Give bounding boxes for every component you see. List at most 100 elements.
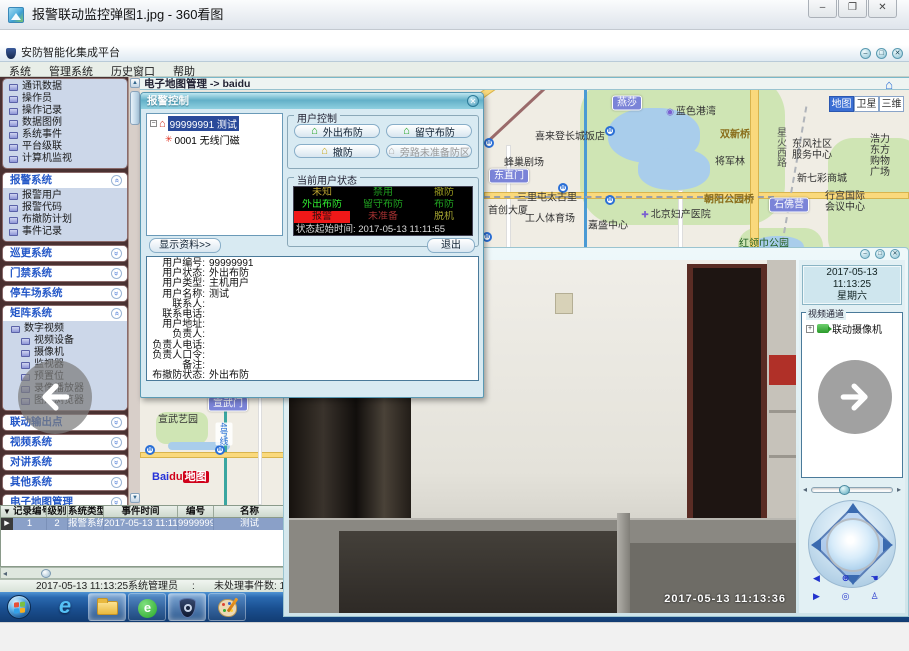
tree-root-item[interactable]: − ⌂ 99999991 测试 bbox=[147, 117, 282, 130]
maximize-button[interactable]: ❐ bbox=[838, 0, 867, 18]
sidebar-section-header[interactable]: 视频系统» bbox=[3, 435, 127, 450]
exit-button[interactable]: 退出 bbox=[427, 238, 475, 253]
channel-tree-item[interactable]: + 联动摄像机 bbox=[806, 321, 902, 336]
sidebar-section-header[interactable]: 其他系统» bbox=[3, 475, 127, 490]
map-type-button[interactable]: 地图 bbox=[829, 96, 854, 112]
scroll-left-icon[interactable]: ◂ bbox=[3, 568, 7, 579]
start-button[interactable] bbox=[7, 595, 31, 619]
sidebar-scrollbar[interactable]: ▲ ▼ bbox=[128, 77, 140, 505]
metro-station-icon[interactable]: M bbox=[215, 445, 225, 455]
expand-icon[interactable]: » bbox=[111, 417, 122, 428]
sidebar-item[interactable]: 数字视频 bbox=[3, 323, 127, 335]
bypass-zone-button[interactable]: ⌂旁路未准备防区 bbox=[386, 144, 472, 158]
slider-left-icon[interactable]: ◂ bbox=[803, 485, 807, 494]
expand-icon[interactable]: » bbox=[111, 437, 122, 448]
popup-restore-button[interactable]: □ bbox=[875, 249, 885, 259]
table-hscrollbar[interactable]: ◂ bbox=[0, 567, 287, 579]
app-restore-button[interactable]: □ bbox=[876, 48, 887, 59]
sidebar-item[interactable]: 报警代码 bbox=[3, 202, 127, 214]
expand-icon[interactable]: » bbox=[111, 457, 122, 468]
collapse-box-icon[interactable]: − bbox=[150, 120, 157, 127]
arm-control-button[interactable]: ⌂撤防 bbox=[294, 144, 380, 158]
expand-icon[interactable]: » bbox=[111, 268, 122, 279]
dialog-close-button[interactable]: ✕ bbox=[467, 95, 479, 107]
expand-icon[interactable]: » bbox=[111, 497, 122, 505]
arm-control-button[interactable]: ⌂外出布防 bbox=[294, 124, 380, 138]
map-type-button[interactable]: 三维 bbox=[879, 96, 904, 112]
sort-icon[interactable]: ▼ bbox=[1, 506, 13, 517]
sidebar-item[interactable]: 操作员 bbox=[3, 93, 127, 105]
sidebar-section-header[interactable]: 对讲系统» bbox=[3, 455, 127, 470]
ptz-function-button[interactable]: ⊛ bbox=[838, 572, 853, 584]
sidebar-item[interactable]: 数据图例 bbox=[3, 117, 127, 129]
table-row[interactable]: ▶ 12报警系统2017-05-13 11:11:5599999991测试 bbox=[1, 518, 286, 530]
ptz-function-button[interactable]: ◎ bbox=[838, 590, 853, 602]
sidebar-section-header[interactable]: 门禁系统» bbox=[3, 266, 127, 281]
minimize-button[interactable]: – bbox=[808, 0, 837, 18]
sidebar-item[interactable]: 报警用户 bbox=[3, 190, 127, 202]
ptz-function-button[interactable]: ☚ bbox=[867, 572, 882, 584]
close-button[interactable]: ✕ bbox=[868, 0, 897, 18]
ptz-center-ball[interactable] bbox=[826, 518, 880, 572]
expand-icon[interactable]: » bbox=[111, 477, 122, 488]
sidebar-item[interactable]: 通讯数据 bbox=[3, 81, 127, 93]
popup-minimize-button[interactable]: – bbox=[860, 249, 870, 259]
column-header[interactable]: 事件时间 bbox=[104, 506, 178, 517]
app-close-button[interactable]: ✕ bbox=[892, 48, 903, 59]
metro-station-icon[interactable]: M bbox=[484, 138, 494, 148]
scroll-thumb[interactable] bbox=[130, 91, 140, 125]
column-header[interactable]: 记录编号 bbox=[13, 506, 47, 517]
360-browser-button[interactable]: e bbox=[128, 593, 166, 621]
expand-icon[interactable]: + bbox=[806, 325, 814, 333]
sidebar-item[interactable]: 视频设备 bbox=[3, 335, 127, 347]
metro-station-icon[interactable]: M bbox=[605, 126, 615, 136]
ptz-function-button[interactable]: ▶ bbox=[809, 590, 824, 602]
sidebar-item[interactable]: 系统事件 bbox=[3, 129, 127, 141]
prev-image-button[interactable] bbox=[18, 360, 92, 434]
ptz-right-icon[interactable] bbox=[883, 538, 893, 552]
slider-track[interactable] bbox=[811, 487, 893, 493]
sidebar-section-header[interactable]: 矩阵系统» bbox=[3, 306, 127, 321]
column-header[interactable]: 名称 bbox=[214, 506, 286, 517]
ptz-function-button[interactable]: ♙ bbox=[867, 590, 882, 602]
sidebar-item[interactable]: 事件记录 bbox=[3, 226, 127, 238]
next-image-button[interactable] bbox=[818, 360, 892, 434]
ptz-up-icon[interactable] bbox=[846, 503, 860, 513]
sidebar-section-header[interactable]: 巡更系统» bbox=[3, 246, 127, 261]
popup-close-button[interactable]: ✕ bbox=[890, 249, 900, 259]
column-header[interactable]: 级别 bbox=[47, 506, 68, 517]
security-platform-button[interactable] bbox=[168, 593, 206, 621]
scroll-up-icon[interactable]: ▲ bbox=[130, 78, 140, 88]
sidebar-item[interactable]: 平台级联 bbox=[3, 141, 127, 153]
ptz-function-button[interactable]: ◀ bbox=[809, 572, 824, 584]
slider-thumb[interactable] bbox=[839, 485, 850, 495]
ptz-left-icon[interactable] bbox=[811, 538, 821, 552]
app-minimize-button[interactable]: – bbox=[860, 48, 871, 59]
sidebar-item[interactable]: 摄像机 bbox=[3, 347, 127, 359]
column-header[interactable]: 系统类型 bbox=[68, 506, 104, 517]
collapse-icon[interactable]: » bbox=[111, 175, 122, 186]
metro-station-icon[interactable]: M bbox=[605, 195, 615, 205]
hscroll-thumb[interactable] bbox=[41, 569, 51, 578]
dialog-titlebar[interactable]: 报警控制 ✕ bbox=[141, 93, 483, 109]
sidebar-section-header[interactable]: 电子地图管理» bbox=[3, 495, 127, 505]
sidebar-section-header[interactable]: 报警系统» bbox=[3, 173, 127, 188]
internet-explorer-icon[interactable]: e bbox=[50, 593, 80, 621]
expand-icon[interactable]: » bbox=[111, 248, 122, 259]
sidebar-section-header[interactable]: 停车场系统» bbox=[3, 286, 127, 301]
expand-icon[interactable]: » bbox=[111, 288, 122, 299]
file-explorer-button[interactable] bbox=[88, 593, 126, 621]
metro-station-icon[interactable]: M bbox=[145, 445, 155, 455]
tree-child-item[interactable]: ✳ 0001 无线门磁 bbox=[147, 133, 282, 146]
collapse-icon[interactable]: » bbox=[111, 308, 122, 319]
ptz-speed-slider[interactable]: ◂ ▸ bbox=[803, 484, 901, 496]
sidebar-item[interactable]: 计算机监视 bbox=[3, 153, 127, 165]
scroll-down-icon[interactable]: ▼ bbox=[130, 493, 140, 503]
arm-control-button[interactable]: ⌂留守布防 bbox=[386, 124, 472, 138]
column-header[interactable]: 编号 bbox=[178, 506, 214, 517]
slider-right-icon[interactable]: ▸ bbox=[897, 485, 901, 494]
sidebar-item[interactable]: 布撤防计划 bbox=[3, 214, 127, 226]
show-info-button[interactable]: 显示资料>> bbox=[149, 238, 221, 253]
sidebar-item[interactable]: 操作记录 bbox=[3, 105, 127, 117]
paint-viewer-button[interactable] bbox=[208, 593, 246, 621]
